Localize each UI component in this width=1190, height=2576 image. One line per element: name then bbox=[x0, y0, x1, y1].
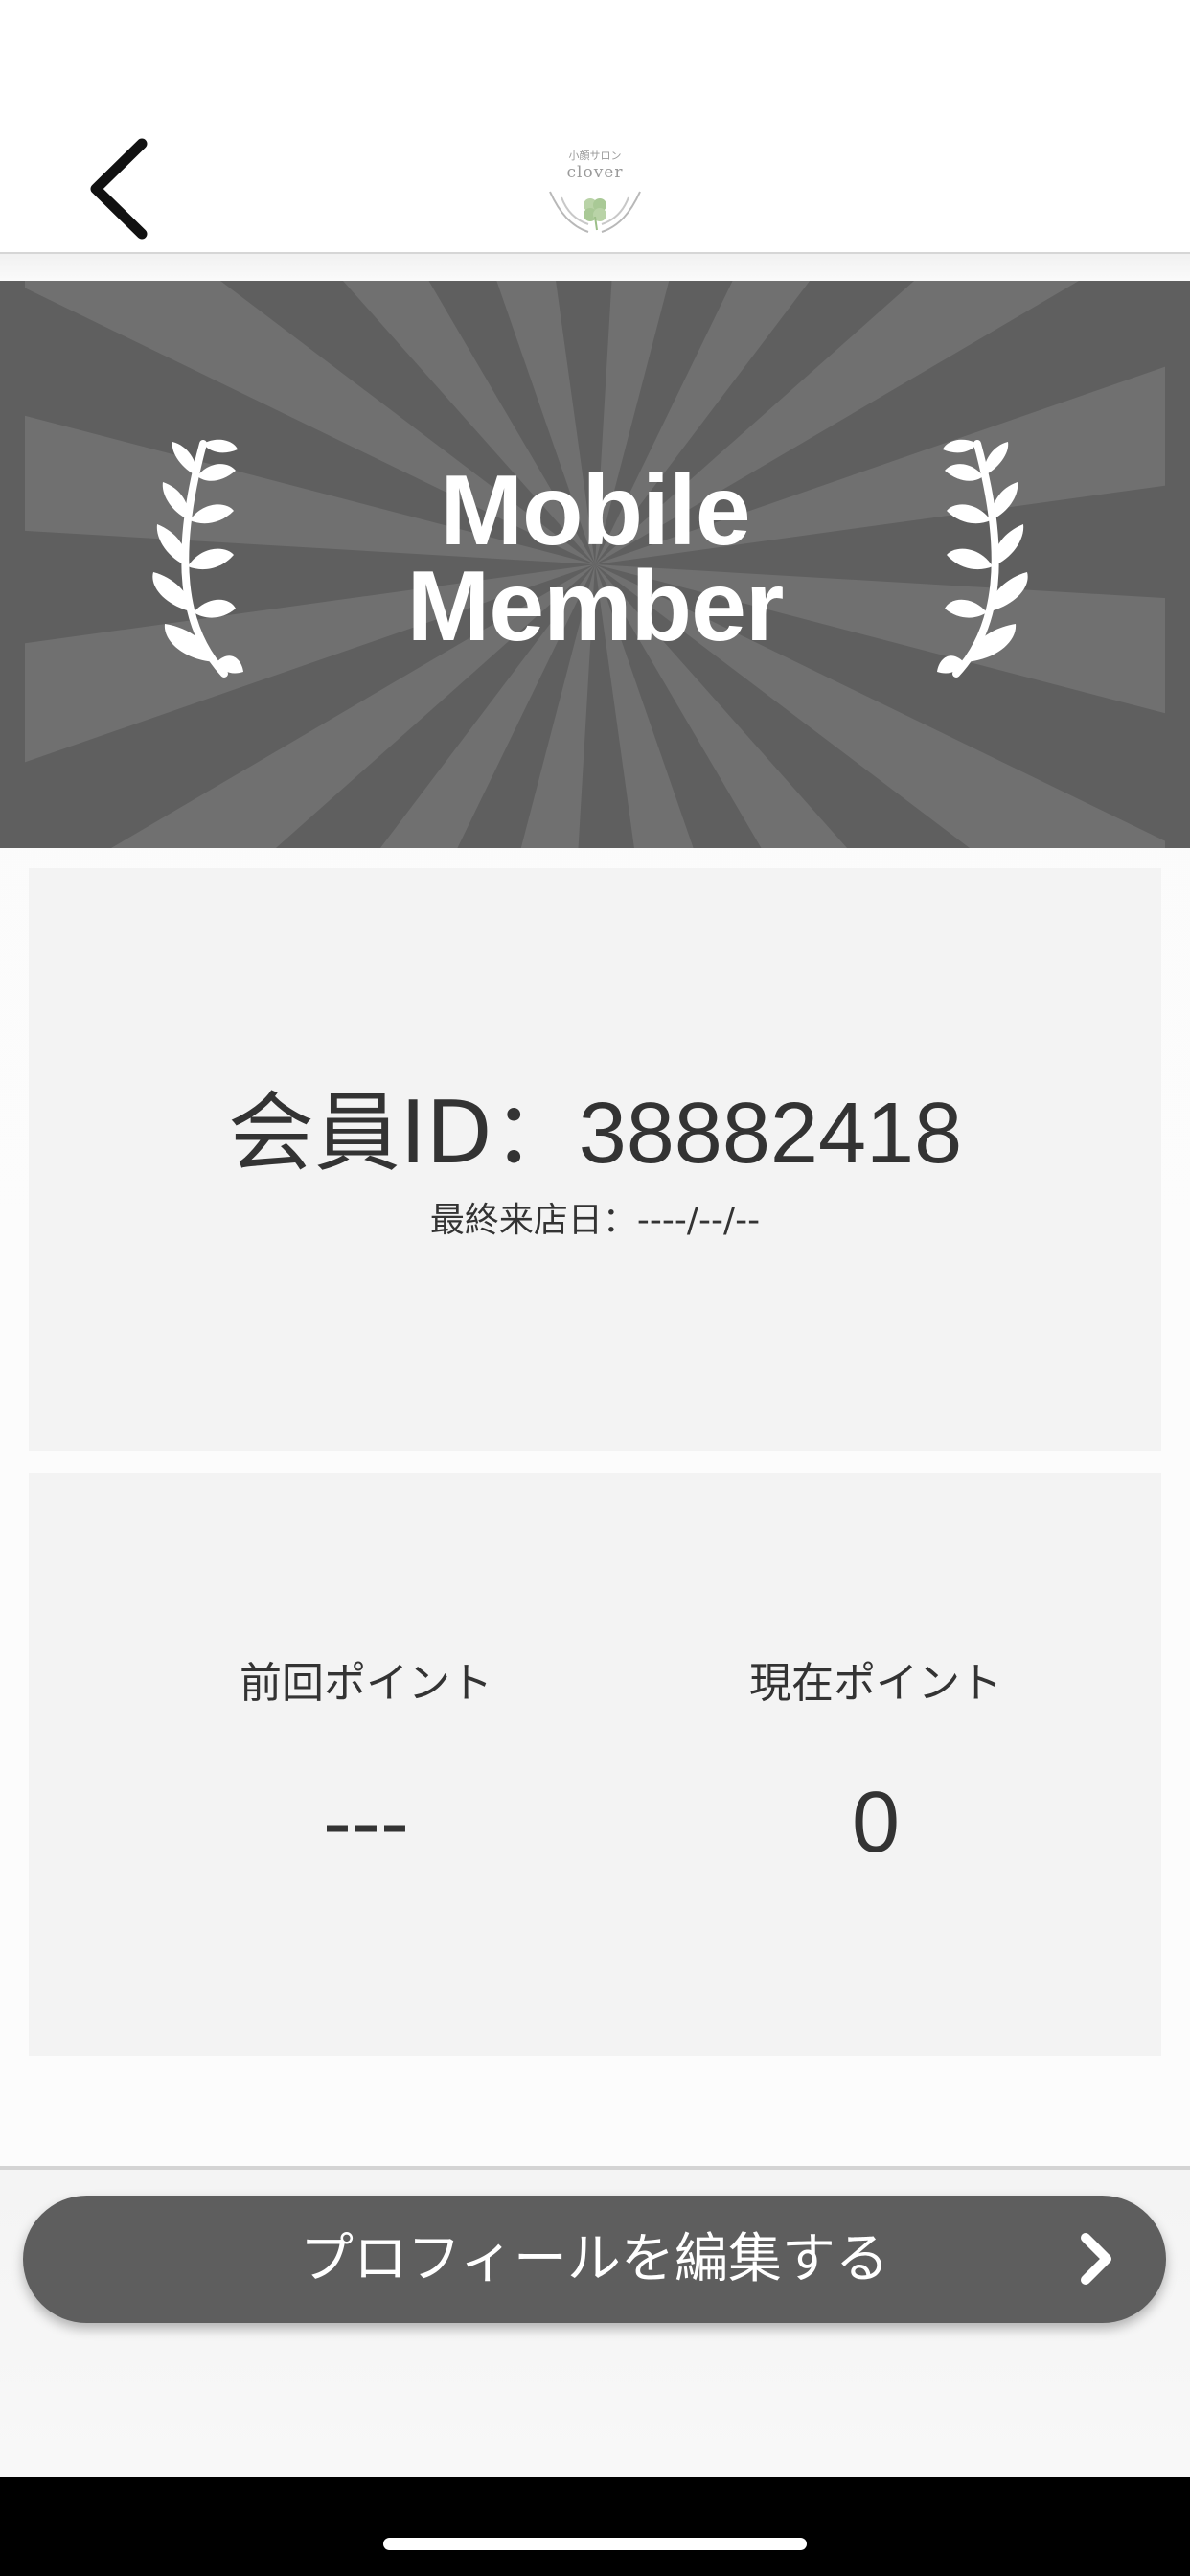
banner-title: Mobile Member bbox=[0, 455, 1190, 662]
member-id-value: 38882418 bbox=[578, 1086, 963, 1182]
current-points-label: 現在ポイント bbox=[749, 1659, 1002, 1708]
chevron-left-icon bbox=[90, 138, 148, 240]
last-visit: 最終来店日：----/--/-- bbox=[29, 1199, 1161, 1243]
current-points: 現在ポイント 0 bbox=[684, 1655, 1067, 1875]
home-indicator[interactable] bbox=[383, 2538, 807, 2550]
edit-profile-label: プロフィールを編集する bbox=[300, 2228, 889, 2290]
last-visit-value: ----/--/-- bbox=[636, 1201, 761, 1240]
previous-points: 前回ポイント --- bbox=[174, 1655, 558, 1875]
clover-hands-icon bbox=[549, 191, 641, 233]
member-id: 会員ID：38882418 bbox=[29, 1081, 1161, 1186]
salon-logo: 小顔サロン clover bbox=[537, 130, 653, 243]
points-card: 前回ポイント --- 現在ポイント 0 bbox=[29, 1473, 1161, 2056]
home-indicator-area bbox=[0, 2477, 1190, 2576]
logo-subtitle: 小顔サロン bbox=[568, 150, 622, 162]
chevron-right-icon bbox=[1081, 2233, 1111, 2285]
nav-bar: 小顔サロン clover bbox=[0, 125, 1190, 254]
edit-profile-button[interactable]: プロフィールを編集する bbox=[23, 2196, 1166, 2323]
banner-title-line1: Mobile bbox=[440, 455, 750, 566]
mobile-member-banner: Mobile Member bbox=[0, 281, 1190, 848]
current-points-value: 0 bbox=[851, 1775, 901, 1871]
status-bar bbox=[0, 0, 1190, 125]
previous-points-value: --- bbox=[323, 1775, 409, 1871]
member-id-label: 会員ID： bbox=[227, 1083, 579, 1184]
logo-name: clover bbox=[566, 163, 624, 182]
previous-points-label: 前回ポイント bbox=[240, 1659, 492, 1708]
back-button[interactable] bbox=[77, 136, 163, 242]
last-visit-label: 最終来店日： bbox=[429, 1201, 637, 1240]
member-id-card: 会員ID：38882418 最終来店日：----/--/-- bbox=[29, 868, 1161, 1451]
banner-title-line2: Member bbox=[406, 551, 785, 662]
